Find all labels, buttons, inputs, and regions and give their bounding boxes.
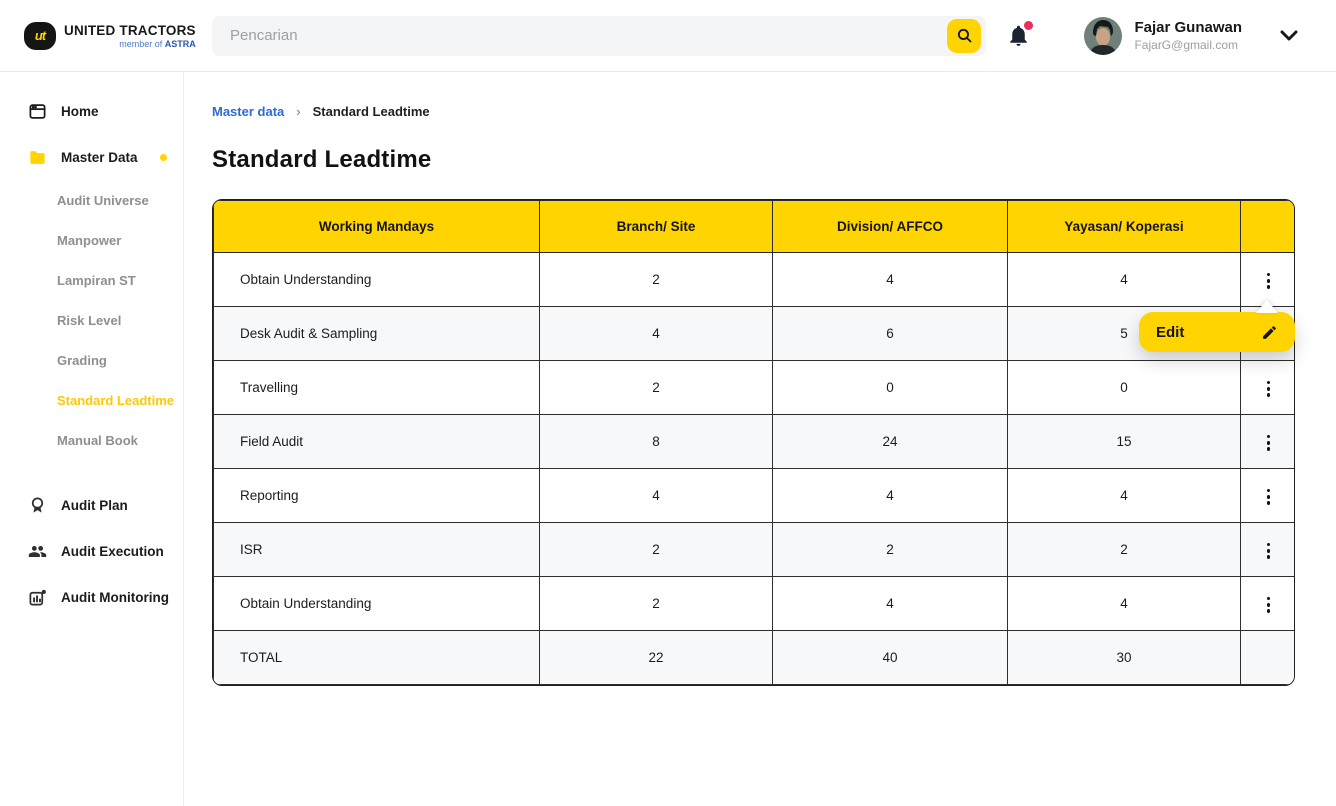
col-header-branch-site: Branch/ Site [540, 201, 773, 253]
edit-menu-label: Edit [1156, 324, 1184, 341]
sidebar-item-master-data[interactable]: Master Data [0, 134, 183, 180]
sidebar-item-audit-plan[interactable]: Audit Plan [0, 482, 183, 528]
sidebar-item-standard-leadtime[interactable]: Standard Leadtime [0, 380, 183, 420]
table-row: Travelling 2 0 0 [214, 361, 1296, 415]
row-actions-kebab-icon[interactable] [1259, 537, 1279, 565]
medal-icon [28, 496, 47, 515]
table-row: Obtain Understanding 2 4 4 [214, 253, 1296, 307]
col-header-working-mandays: Working Mandays [214, 201, 540, 253]
edit-popup-caret [1256, 300, 1278, 313]
pencil-icon [1261, 324, 1278, 341]
breadcrumb-master-data-link[interactable]: Master data [212, 104, 284, 119]
edit-menu-item[interactable]: Edit [1139, 312, 1295, 352]
table-total-row: TOTAL 22 40 30 [214, 631, 1296, 685]
sidebar: Home Master Data Audit Universe Manpower… [0, 72, 184, 806]
sidebar-item-audit-execution[interactable]: Audit Execution [0, 528, 183, 574]
sidebar-item-manual-book[interactable]: Manual Book [0, 420, 183, 460]
page-title: Standard Leadtime [212, 146, 1336, 174]
leadtime-table: Working Mandays Branch/ Site Division/ A… [212, 199, 1295, 686]
user-info: Fajar Gunawan FajarG@gmail.com [1134, 19, 1242, 52]
sidebar-item-lampiran-st[interactable]: Lampiran ST [0, 260, 183, 300]
main-content: Master data › Standard Leadtime Standard… [184, 72, 1336, 806]
sidebar-item-home[interactable]: Home [0, 88, 183, 134]
user-menu-chevron-down-icon[interactable] [1280, 30, 1298, 42]
breadcrumb: Master data › Standard Leadtime [212, 104, 1336, 119]
col-header-actions [1241, 201, 1296, 253]
sidebar-item-audit-monitoring[interactable]: Audit Monitoring [0, 574, 183, 620]
col-header-yayasan-koperasi: Yayasan/ Koperasi [1008, 201, 1241, 253]
avatar[interactable] [1084, 17, 1122, 55]
folder-icon [28, 148, 47, 167]
top-header: ut UNITED TRACTORS member of ASTRA [0, 0, 1336, 72]
sidebar-item-grading[interactable]: Grading [0, 340, 183, 380]
row-actions-kebab-icon[interactable] [1259, 375, 1279, 403]
user-email: FajarG@gmail.com [1134, 38, 1242, 52]
table-row: Reporting 4 4 4 [214, 469, 1296, 523]
row-actions-kebab-icon[interactable] [1259, 591, 1279, 619]
table-row: Desk Audit & Sampling 4 6 5 [214, 307, 1296, 361]
breadcrumb-current: Standard Leadtime [313, 104, 430, 119]
table-row: Field Audit 8 24 15 [214, 415, 1296, 469]
people-icon [28, 542, 47, 561]
notification-badge [1024, 21, 1033, 30]
breadcrumb-separator: › [296, 104, 300, 119]
bar-chart-icon [28, 588, 47, 607]
search-button[interactable] [947, 19, 981, 53]
window-icon [28, 102, 47, 121]
sidebar-item-risk-level[interactable]: Risk Level [0, 300, 183, 340]
sidebar-item-audit-universe[interactable]: Audit Universe [0, 180, 183, 220]
table-header-row: Working Mandays Branch/ Site Division/ A… [214, 201, 1296, 253]
brand-name: UNITED TRACTORS [64, 23, 196, 38]
table-row: Obtain Understanding 2 4 4 [214, 577, 1296, 631]
brand-subtitle: member of ASTRA [119, 39, 196, 49]
user-name: Fajar Gunawan [1134, 19, 1242, 37]
sidebar-item-manpower[interactable]: Manpower [0, 220, 183, 260]
row-actions-kebab-icon[interactable] [1259, 483, 1279, 511]
table-row: ISR 2 2 2 [214, 523, 1296, 577]
row-actions-kebab-icon[interactable] [1259, 267, 1279, 295]
app-logo: ut UNITED TRACTORS member of ASTRA [0, 22, 212, 50]
search-input[interactable] [212, 16, 986, 56]
active-section-dot [160, 154, 167, 161]
ut-logo-icon: ut [24, 22, 56, 50]
row-actions-kebab-icon[interactable] [1259, 429, 1279, 457]
col-header-division-affco: Division/ AFFCO [773, 201, 1008, 253]
notifications-button[interactable] [1006, 23, 1032, 49]
search-bar [212, 16, 986, 56]
search-icon [956, 27, 973, 44]
